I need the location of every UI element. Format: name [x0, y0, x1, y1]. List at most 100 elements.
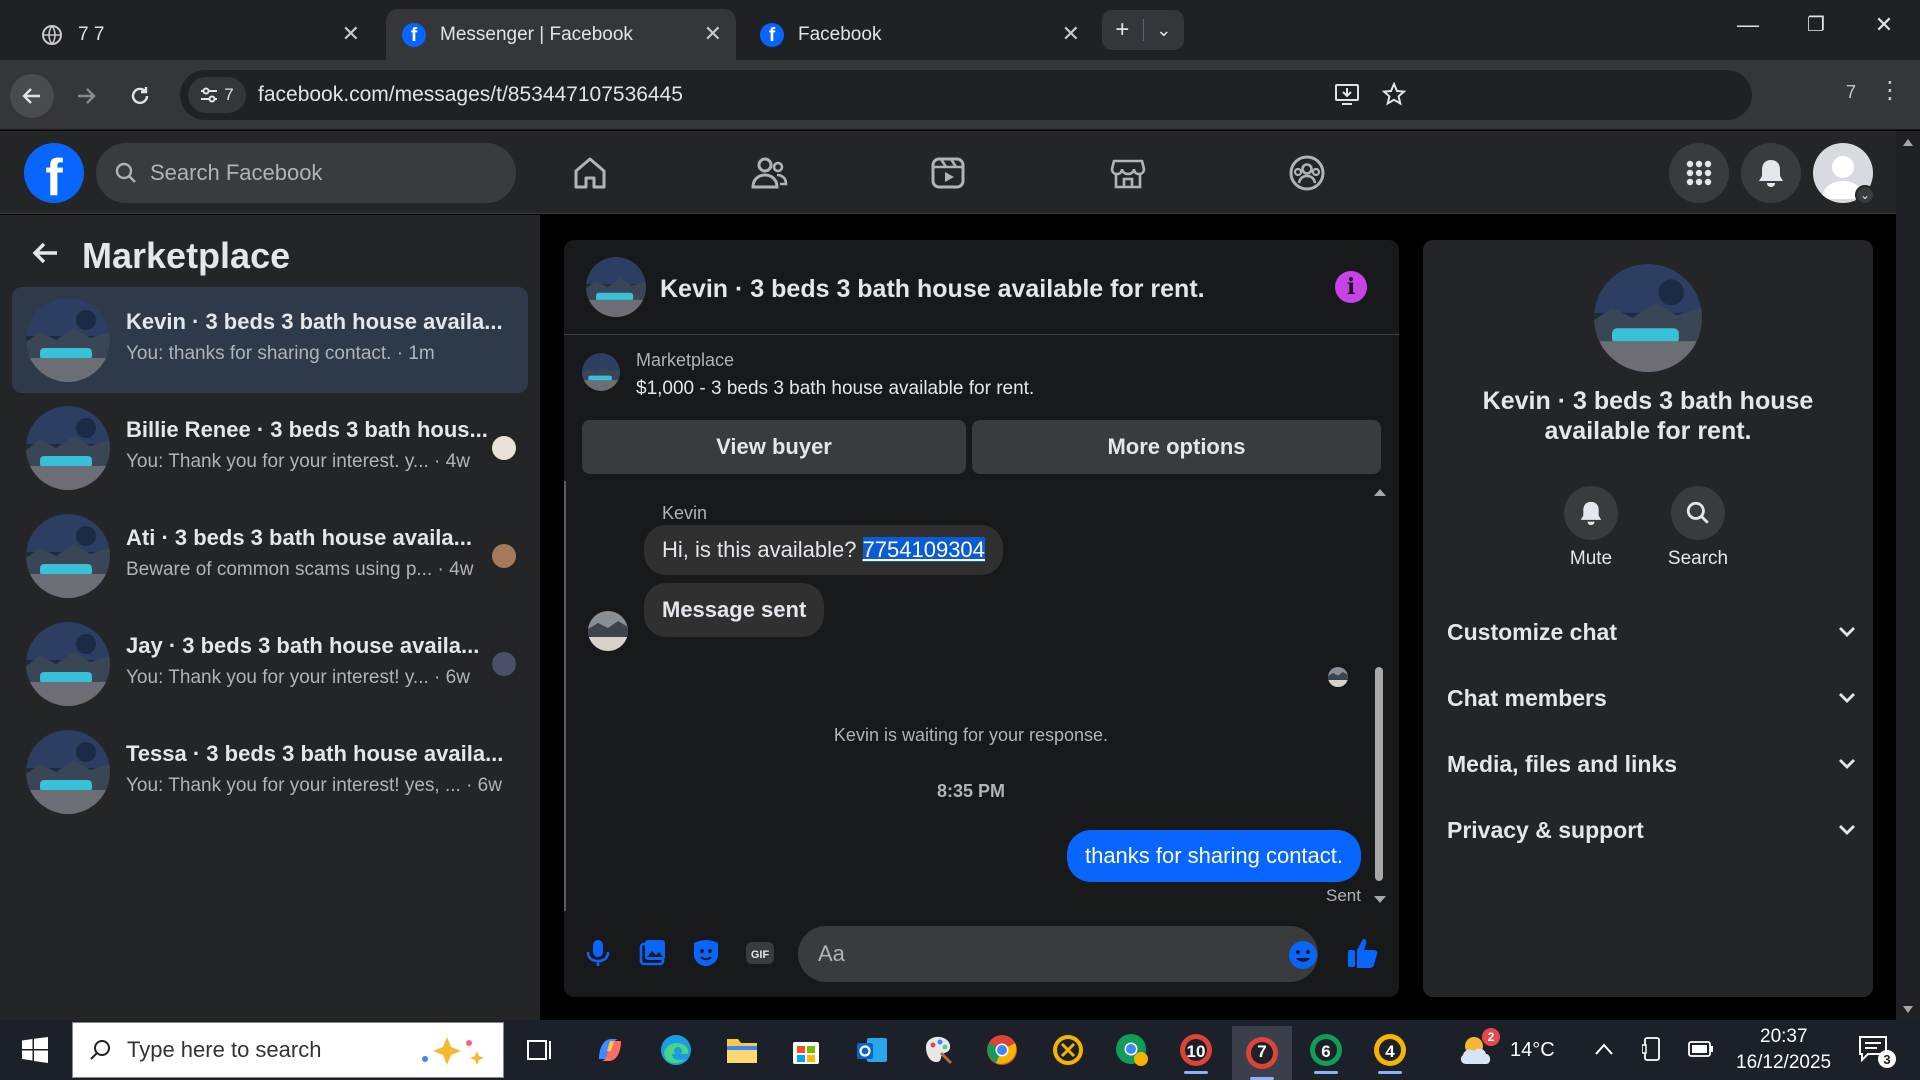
taskbar-search-input[interactable]: Type here to search [72, 1022, 504, 1078]
temperature[interactable]: 14°C [1510, 1039, 1555, 1062]
more-options-button[interactable]: More options [972, 420, 1381, 474]
reload-button[interactable] [118, 74, 162, 118]
message-composer: GIF Aa [564, 911, 1399, 997]
forward-button[interactable] [64, 74, 108, 118]
chevron-down-icon[interactable]: ⌄ [1855, 185, 1875, 205]
notifications-button[interactable] [1741, 143, 1801, 203]
chrome-window-7-icon[interactable]: 7 [1232, 1026, 1292, 1080]
minimize-button[interactable]: — [1728, 12, 1768, 38]
read-receipt-avatar [492, 544, 516, 568]
chrome-profile-icon[interactable] [1108, 1026, 1156, 1074]
chrome-icon[interactable] [978, 1026, 1026, 1074]
chat-avatar[interactable] [586, 257, 646, 317]
message-input[interactable]: Aa [798, 926, 1318, 982]
more-menu-icon[interactable]: ⋮ [1878, 76, 1902, 105]
running-indicator [1314, 1071, 1338, 1074]
groups-icon[interactable] [1287, 153, 1327, 193]
facebook-search-input[interactable]: Search Facebook [96, 143, 516, 203]
info-icon[interactable]: i [1335, 271, 1367, 303]
close-window-button[interactable]: ✕ [1864, 12, 1904, 38]
browser-toolbar: 7 facebook.com/messages/t/85344710753644… [0, 60, 1920, 130]
tab-search-dropdown[interactable]: ⌄ [1144, 20, 1185, 41]
incoming-message[interactable]: Message sent [644, 583, 825, 637]
listing-title[interactable]: $1,000 - 3 beds 3 bath house available f… [636, 378, 1034, 400]
conversation-item-kevin[interactable]: Kevin · 3 beds 3 bath house availa... Yo… [12, 287, 528, 393]
close-icon[interactable]: ✕ [704, 21, 722, 47]
weather-widget[interactable]: 2 [1456, 1028, 1500, 1070]
sticker-icon[interactable] [690, 937, 722, 969]
conversation-item-jay[interactable]: Jay · 3 beds 3 bath house availa... You:… [12, 611, 528, 717]
url-text[interactable]: facebook.com/messages/t/853447107536445 [258, 83, 683, 107]
gif-icon[interactable]: GIF [744, 937, 776, 969]
video-icon[interactable] [928, 153, 968, 193]
notification-center[interactable]: 3 [1858, 1034, 1896, 1068]
emoji-icon[interactable] [1288, 940, 1318, 970]
close-icon[interactable]: ✕ [1062, 21, 1080, 47]
extension-count[interactable]: 7 [1846, 82, 1856, 103]
customize-chat-section[interactable]: Customize chat [1447, 612, 1857, 652]
tab-facebook[interactable]: f Facebook ✕ [744, 9, 1094, 60]
new-tab-group: + ⌄ [1102, 10, 1184, 50]
edge-icon[interactable] [652, 1026, 700, 1074]
friends-icon[interactable] [749, 153, 789, 193]
page-title: Marketplace [82, 235, 291, 276]
copilot-icon[interactable] [586, 1026, 634, 1074]
weather-alert-badge: 2 [1482, 1028, 1500, 1046]
chat-scrollbar-thumb[interactable] [1375, 667, 1383, 881]
message-list[interactable]: Kevin Hi, is this available? 7754109304 … [564, 481, 1399, 911]
omnibox[interactable]: 7 facebook.com/messages/t/85344710753644… [180, 70, 1752, 120]
install-app-icon[interactable] [1334, 82, 1360, 113]
thumbs-up-icon[interactable] [1346, 936, 1380, 970]
close-icon[interactable]: ✕ [342, 21, 360, 47]
chevron-up-icon[interactable] [1594, 1042, 1614, 1056]
app-icon-x[interactable] [1044, 1026, 1092, 1074]
back-arrow-icon[interactable] [30, 235, 60, 277]
paint-icon[interactable] [914, 1026, 962, 1074]
chat-members-section[interactable]: Chat members [1447, 678, 1857, 718]
microphone-icon[interactable] [582, 937, 614, 969]
outgoing-message[interactable]: thanks for sharing contact. [1066, 830, 1361, 882]
home-icon[interactable] [570, 153, 610, 193]
mute-button[interactable]: Mute [1546, 486, 1636, 570]
conversation-avatar[interactable] [1594, 264, 1702, 372]
site-info-button[interactable]: 7 [188, 77, 246, 113]
incoming-message[interactable]: Hi, is this available? 7754109304 [644, 525, 1003, 575]
task-view-icon[interactable] [516, 1026, 564, 1074]
page-scrollbar[interactable] [1896, 131, 1920, 1020]
facebook-logo[interactable]: f [24, 143, 84, 203]
chrome-window-4-icon[interactable]: 4 [1366, 1026, 1414, 1074]
restore-button[interactable]: ❐ [1796, 12, 1836, 37]
phone-number-link[interactable]: 7754109304 [862, 537, 985, 562]
view-buyer-button[interactable]: View buyer [582, 420, 966, 474]
menu-button[interactable] [1669, 143, 1729, 203]
marketplace-icon[interactable] [1108, 153, 1148, 193]
sender-avatar[interactable] [588, 611, 628, 651]
chrome-window-10-icon[interactable]: 10 [1172, 1026, 1220, 1074]
photo-icon[interactable] [636, 937, 668, 969]
back-button[interactable] [10, 74, 54, 118]
battery-icon[interactable] [1688, 1038, 1714, 1060]
tab-messenger[interactable]: f Messenger | Facebook ✕ [386, 9, 736, 60]
bookmark-star-icon[interactable] [1381, 81, 1407, 113]
microsoft-store-icon[interactable] [782, 1026, 830, 1074]
tab-7-7[interactable]: 7 7 ✕ [24, 9, 374, 60]
conversation-item-tessa[interactable]: Tessa · 3 beds 3 bath house availa... Yo… [12, 719, 528, 825]
message-placeholder: Aa [818, 941, 845, 966]
clock-date[interactable]: 16/12/2025 [1736, 1052, 1831, 1074]
file-explorer-icon[interactable] [718, 1026, 766, 1074]
browser-tab-bar: 7 7 ✕ f Messenger | Facebook ✕ f Faceboo… [0, 0, 1920, 60]
outlook-icon[interactable] [848, 1026, 896, 1074]
chrome-window-6-icon[interactable]: 6 [1302, 1026, 1350, 1074]
conversation-name: Ati · 3 beds 3 bath house availa... [126, 525, 472, 550]
tablet-icon[interactable] [1642, 1036, 1662, 1062]
section-label: Chat members [1447, 684, 1607, 711]
chat-title[interactable]: Kevin · 3 beds 3 bath house available fo… [660, 275, 1205, 304]
search-in-conversation-button[interactable]: Search [1653, 486, 1743, 570]
new-tab-button[interactable]: + [1102, 16, 1143, 44]
privacy-support-section[interactable]: Privacy & support [1447, 810, 1857, 850]
conversation-item-ati[interactable]: Ati · 3 beds 3 bath house availa... Bewa… [12, 503, 528, 609]
media-files-links-section[interactable]: Media, files and links [1447, 744, 1857, 784]
windows-start-icon[interactable] [22, 1037, 48, 1063]
clock-time[interactable]: 20:37 [1760, 1026, 1808, 1048]
conversation-item-billie-renee[interactable]: Billie Renee · 3 beds 3 bath hous... You… [12, 395, 528, 501]
